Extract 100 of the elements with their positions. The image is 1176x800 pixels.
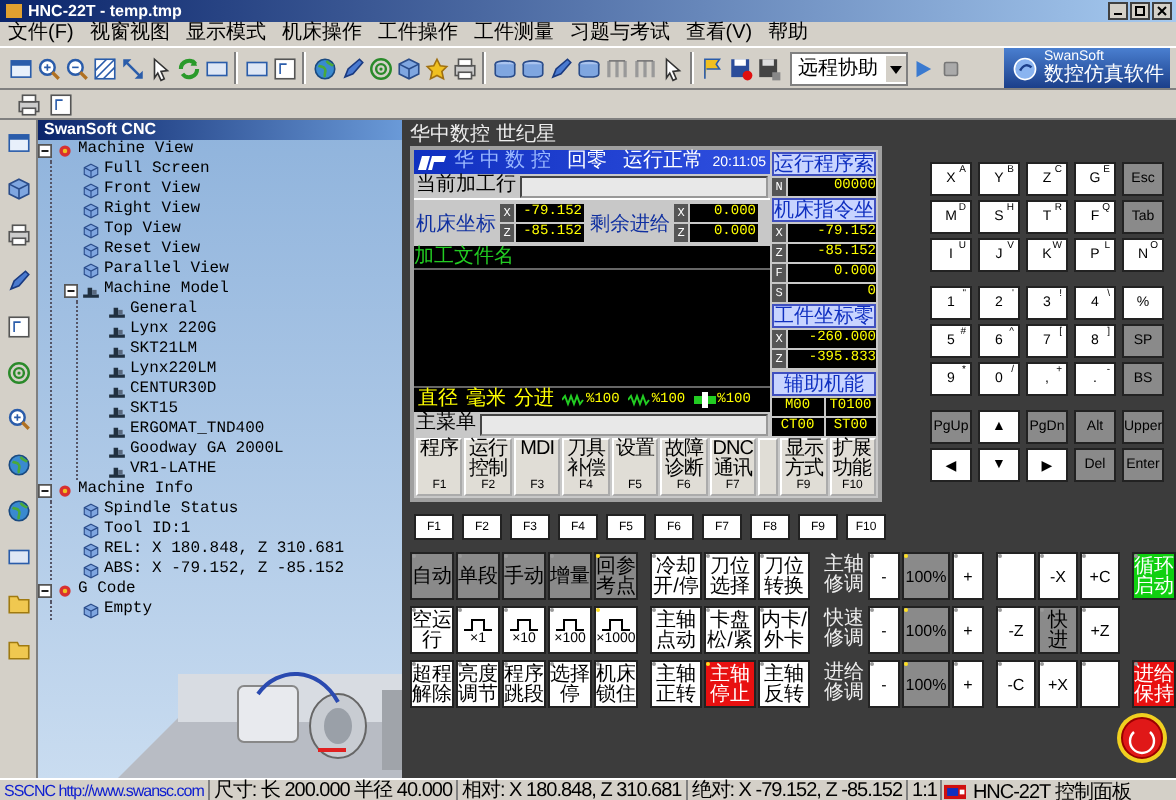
flag-icon[interactable] [699, 55, 725, 81]
pipe-icon[interactable] [603, 55, 629, 81]
cube-icon[interactable] [5, 176, 31, 202]
panel-button[interactable]: -X [1038, 552, 1078, 600]
panel-button[interactable] [1080, 660, 1120, 708]
tree-item[interactable]: ABS: X -79.152, Z -85.152 [104, 560, 345, 580]
printer-icon[interactable] [16, 91, 42, 117]
menu-item[interactable]: 工件测量 [473, 22, 554, 46]
panel-button[interactable]: 主轴点动 [650, 606, 702, 654]
tree-item[interactable]: CENTUR30D [130, 380, 217, 400]
printer-icon[interactable] [451, 55, 477, 81]
tree-item[interactable]: Tool ID:1 [104, 520, 191, 540]
status-link[interactable]: SSCNC http://www.swansc.com [0, 780, 210, 800]
panel-button[interactable]: 内卡/外卡 [758, 606, 810, 654]
panel-button[interactable]: + [952, 552, 984, 600]
panel-button[interactable]: 100% [902, 606, 950, 654]
panel-button[interactable]: -Z [996, 606, 1036, 654]
pencil-icon[interactable] [339, 55, 365, 81]
maximize-button[interactable] [1130, 2, 1150, 20]
frame-icon[interactable] [5, 314, 31, 340]
window-icon[interactable] [5, 130, 31, 156]
emergency-stop-button[interactable] [1116, 712, 1168, 764]
tree-item[interactable]: Lynx 220G [130, 320, 217, 340]
panel-button[interactable]: 空运行 [410, 606, 454, 654]
panel-button[interactable]: 卡盘松/紧 [704, 606, 756, 654]
tree-item[interactable]: Right View [104, 200, 201, 220]
cylinder-icon[interactable] [519, 55, 545, 81]
tree-item[interactable]: Machine Model [104, 280, 229, 300]
minus-box-icon[interactable] [38, 143, 52, 157]
panel-button[interactable]: - [868, 606, 900, 654]
panel-button[interactable]: +X [1038, 660, 1078, 708]
tree-item[interactable]: SKT15 [130, 400, 179, 420]
star-icon[interactable] [423, 55, 449, 81]
globe-icon[interactable] [5, 498, 31, 524]
grid-icon[interactable] [91, 55, 117, 81]
minus-box-icon[interactable] [38, 583, 52, 597]
menu-item[interactable]: 文件(F) [8, 22, 74, 46]
dropdown[interactable]: 远程协助 [790, 51, 908, 85]
panel-button[interactable]: 回参考点 [594, 552, 638, 600]
tree-item[interactable]: Spindle Status [104, 500, 239, 520]
panel-button[interactable]: 主轴正转 [650, 660, 702, 708]
panel-button[interactable]: 100% [902, 552, 950, 600]
zoom-in-icon[interactable] [35, 55, 61, 81]
panel-button[interactable]: - [868, 552, 900, 600]
tree-item[interactable]: General [130, 300, 198, 320]
tree-item[interactable]: VR1-LATHE [130, 460, 217, 480]
menu-item[interactable]: 视窗视图 [89, 22, 170, 46]
cube-icon[interactable] [395, 55, 421, 81]
tree-item[interactable]: G Code [78, 580, 136, 600]
panel-button[interactable]: 亮度调节 [456, 660, 500, 708]
menu-item[interactable]: 工件操作 [377, 22, 458, 46]
panel-button[interactable]: + [952, 660, 984, 708]
minus-box-icon[interactable] [38, 483, 52, 497]
panel-button[interactable]: 冷却开/停 [650, 552, 702, 600]
expand-icon[interactable] [119, 55, 145, 81]
zoom-in-icon[interactable] [5, 406, 31, 432]
minimize-button[interactable] [1108, 2, 1128, 20]
tree-item[interactable]: Machine View [78, 140, 194, 160]
target-icon[interactable] [5, 360, 31, 386]
zoom-out-icon[interactable] [63, 55, 89, 81]
panel-button[interactable]: 增量 [548, 552, 592, 600]
globe-icon[interactable] [5, 452, 31, 478]
menu-item[interactable]: 习题与考试 [569, 22, 670, 46]
tree-item[interactable]: Goodway GA 2000L [130, 440, 284, 460]
tree-item[interactable]: ERGOMAT_TND400 [130, 420, 265, 440]
tree-item[interactable]: REL: X 180.848, Z 310.681 [104, 540, 345, 560]
panel-button[interactable]: 快进 [1038, 606, 1078, 654]
panel-button[interactable]: + [952, 606, 984, 654]
tree-item[interactable]: Front View [104, 180, 201, 200]
panel-button[interactable]: 进给保持 [1132, 660, 1176, 708]
panel-button[interactable]: -C [996, 660, 1036, 708]
rectangle-icon[interactable] [5, 544, 31, 570]
panel-button[interactable]: 刀位选择 [704, 552, 756, 600]
tree-item[interactable]: Top View [104, 220, 181, 240]
panel-button[interactable]: 刀位转换 [758, 552, 810, 600]
save-icon[interactable] [727, 55, 753, 81]
panel-button[interactable] [996, 552, 1036, 600]
panel-button[interactable]: - [868, 660, 900, 708]
panel-button[interactable]: 选择停 [548, 660, 592, 708]
panel-button[interactable]: 主轴反转 [758, 660, 810, 708]
close-button[interactable] [1152, 2, 1172, 20]
panel-button[interactable]: 主轴停止 [704, 660, 756, 708]
cylinder-icon[interactable] [491, 55, 517, 81]
tree-item[interactable]: Lynx220LM [130, 360, 217, 380]
folder-icon[interactable] [5, 636, 31, 662]
globe-icon[interactable] [311, 55, 337, 81]
panel-button[interactable]: +C [1080, 552, 1120, 600]
tree-item[interactable]: Machine Info [78, 480, 194, 500]
panel-button[interactable]: 机床锁住 [594, 660, 638, 708]
window-icon[interactable] [7, 55, 33, 81]
menu-item[interactable]: 查看(V) [685, 22, 753, 46]
pencil-icon[interactable] [5, 268, 31, 294]
menu-item[interactable]: 帮助 [768, 22, 809, 46]
tree-item[interactable]: Full Screen [104, 160, 210, 180]
pencil-icon[interactable] [547, 55, 573, 81]
tree-item[interactable]: Reset View [104, 240, 201, 260]
panel-button[interactable]: 超程解除 [410, 660, 454, 708]
frame-icon[interactable] [271, 55, 297, 81]
tree-item[interactable]: Parallel View [104, 260, 229, 280]
panel-button[interactable]: 自动 [410, 552, 454, 600]
